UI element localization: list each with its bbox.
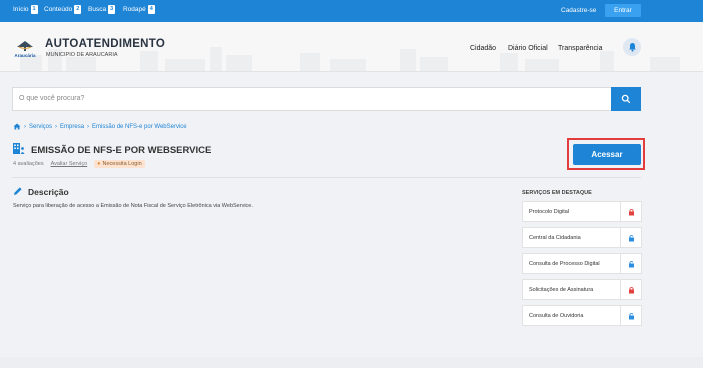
skip-key: 3: [108, 5, 116, 14]
search-icon: [621, 94, 631, 104]
service-meta: 4 avaliações Avaliar Serviço ● Necessita…: [13, 160, 145, 168]
login-button[interactable]: Entrar: [605, 4, 641, 17]
brand-title[interactable]: AUTOATENDIMENTO: [45, 38, 165, 50]
lock-open-icon: [620, 306, 641, 325]
featured-item-central-da-cidadania[interactable]: Central da Cidadania: [522, 227, 642, 248]
featured-item-label: Consulta de Processo Digital: [529, 261, 600, 267]
access-button[interactable]: Acessar: [573, 144, 641, 165]
skip-key: 1: [30, 5, 38, 14]
featured-item-label: Central da Cidadania: [529, 235, 581, 241]
skip-link-rodape[interactable]: Rodapé 4: [123, 5, 155, 14]
signup-link[interactable]: Cadastre-se: [561, 7, 596, 14]
featured-services-title: SERVIÇOS EM DESTAQUE: [522, 190, 592, 196]
featured-item-consulta-processo-digital[interactable]: Consulta de Processo Digital: [522, 253, 642, 274]
nav-diario-oficial[interactable]: Diário Oficial: [508, 45, 548, 52]
home-icon[interactable]: [13, 123, 21, 130]
chevron-right-icon: ›: [24, 123, 26, 130]
logo-text: Araucária: [14, 53, 36, 58]
site-header: Araucária AUTOATENDIMENTO MUNICIPIO DE A…: [0, 22, 703, 72]
skip-label: Rodapé: [123, 6, 146, 13]
ratings-count: 4 avaliações: [13, 161, 44, 167]
nav-cidadao[interactable]: Cidadão: [470, 45, 496, 52]
search-input[interactable]: O que você procura?: [12, 87, 611, 111]
featured-item-protocolo-digital[interactable]: Protocolo Digital: [522, 201, 642, 222]
service-title: EMISSÃO DE NFS-E POR WEBSERVICE: [31, 145, 212, 156]
nav-transparencia[interactable]: Transparência: [558, 45, 603, 52]
accessibility-bar: Início 1 Conteúdo 2 Busca 3 Rodapé 4 Cad…: [0, 0, 703, 22]
featured-item-label: Protocolo Digital: [529, 209, 570, 215]
skip-link-busca[interactable]: Busca 3: [88, 5, 116, 14]
login-required-badge: ● Necessita Login: [94, 160, 145, 168]
skip-label: Busca: [88, 6, 107, 13]
skip-label: Início: [13, 6, 29, 13]
pencil-icon: [14, 187, 22, 195]
featured-item-label: Solicitações de Assinatura: [529, 287, 594, 293]
divider: [12, 177, 641, 178]
breadcrumb-item-empresa[interactable]: Empresa: [60, 124, 84, 130]
featured-item-consulta-ouvidoria[interactable]: Consulta de Ouvidoria: [522, 305, 642, 326]
description-text: Serviço para liberação de acesso a Emiss…: [13, 203, 253, 209]
user-lock-icon: ●: [97, 161, 101, 167]
lock-closed-icon: [620, 202, 641, 221]
breadcrumb-item-servicos[interactable]: Serviços: [29, 124, 52, 130]
lock-open-icon: [620, 254, 641, 273]
rate-service-link[interactable]: Avaliar Serviço: [51, 161, 88, 167]
skip-link-inicio[interactable]: Início 1: [13, 5, 38, 14]
featured-item-label: Consulta de Ouvidoria: [529, 313, 584, 319]
badge-label: Necessita Login: [102, 161, 142, 167]
brand-subtitle: MUNICIPIO DE ARAUCARIA: [46, 52, 118, 58]
lock-open-icon: [620, 228, 641, 247]
building-people-icon: [13, 143, 25, 154]
breadcrumb: › Serviços › Empresa › Emissão de NFS-e …: [13, 123, 187, 130]
search-button[interactable]: [611, 87, 641, 111]
chevron-right-icon: ›: [55, 123, 58, 130]
skip-link-conteudo[interactable]: Conteúdo 2: [44, 5, 82, 14]
breadcrumb-item-current[interactable]: Emissão de NFS-e por WebService: [92, 124, 187, 130]
description-title: Descrição: [28, 187, 69, 197]
araucaria-logo[interactable]: Araucária: [12, 39, 38, 59]
footer-edge: [0, 357, 703, 368]
lock-closed-icon: [620, 280, 641, 299]
skip-label: Conteúdo: [44, 6, 73, 13]
bell-icon[interactable]: [623, 38, 641, 56]
skip-key: 2: [74, 5, 82, 14]
featured-item-solicitacoes-assinatura[interactable]: Solicitações de Assinatura: [522, 279, 642, 300]
chevron-right-icon: ›: [87, 123, 90, 130]
skip-key: 4: [147, 5, 155, 14]
